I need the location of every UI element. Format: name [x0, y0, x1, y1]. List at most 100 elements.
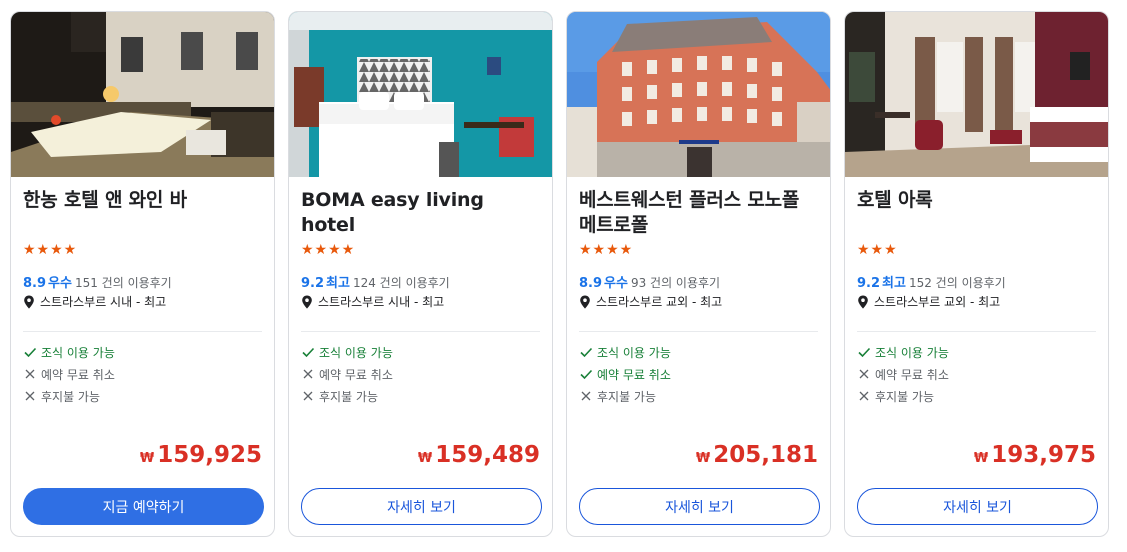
review-count: 152 건의 이용후기: [908, 276, 1006, 290]
score-value: 8.9: [579, 276, 603, 291]
hotel-card[interactable]: 한농 호텔 앤 와인 바 ★★★★ 8.9 우수 151 건의 이용후기 스트라스부…: [10, 11, 275, 537]
divider: [301, 331, 540, 332]
divider: [23, 331, 262, 332]
review-score: 8.9 우수 93 건의 이용후기: [579, 272, 720, 291]
currency-symbol: ₩: [139, 451, 155, 466]
map-pin-icon: [579, 295, 591, 309]
feature-label: 조식 이용 가능: [597, 345, 671, 360]
review-score: 9.2 최고 124 건의 이용후기: [301, 272, 450, 291]
feature-item: 조식 이용 가능: [301, 341, 393, 363]
feature-item: 후지불 가능: [23, 385, 115, 407]
score-word: 최고: [882, 276, 906, 291]
feature-label: 후지불 가능: [319, 389, 379, 404]
location-text: 스트라스부르 교외 - 최고: [874, 295, 1001, 309]
score-word: 최고: [326, 276, 350, 291]
location: 스트라스부르 시내 - 최고: [301, 293, 444, 310]
feature-list: 조식 이용 가능 예약 무료 취소 후지불 가능: [301, 341, 393, 407]
feature-label: 예약 무료 취소: [597, 367, 671, 382]
price-value: 159,489: [435, 442, 540, 468]
currency-symbol: ₩: [973, 451, 989, 466]
hotel-card[interactable]: 호텔 아록 ★★★ 9.2 최고 152 건의 이용후기 스트라스부르 교외 - 최…: [844, 11, 1109, 537]
price: ₩193,975: [974, 442, 1096, 468]
feature-item: 조식 이용 가능: [857, 341, 949, 363]
hotel-photo[interactable]: [289, 12, 552, 177]
location-text: 스트라스부르 시내 - 최고: [40, 295, 167, 309]
hotel-name[interactable]: 한농 호텔 앤 와인 바: [23, 188, 265, 213]
divider: [857, 331, 1096, 332]
map-pin-icon: [301, 295, 313, 309]
hotel-photo[interactable]: [567, 12, 830, 177]
x-icon: [857, 389, 871, 403]
feature-label: 후지불 가능: [41, 389, 101, 404]
feature-item: 예약 무료 취소: [301, 363, 393, 385]
location: 스트라스부르 교외 - 최고: [857, 293, 1000, 310]
hotel-name[interactable]: BOMA easy living hotel: [301, 188, 543, 238]
feature-label: 후지불 가능: [597, 389, 657, 404]
review-count: 151 건의 이용후기: [74, 276, 172, 290]
check-icon: [857, 345, 871, 359]
feature-label: 조식 이용 가능: [319, 345, 393, 360]
feature-label: 예약 무료 취소: [319, 367, 393, 382]
feature-label: 조식 이용 가능: [875, 345, 949, 360]
review-score: 9.2 최고 152 건의 이용후기: [857, 272, 1006, 291]
map-pin-icon: [857, 295, 869, 309]
review-score: 8.9 우수 151 건의 이용후기: [23, 272, 172, 291]
check-icon: [579, 367, 593, 381]
hotel-name[interactable]: 호텔 아록: [857, 188, 1099, 213]
star-rating: ★★★: [857, 242, 898, 258]
feature-label: 조식 이용 가능: [41, 345, 115, 360]
feature-item: 조식 이용 가능: [579, 341, 671, 363]
star-rating: ★★★★: [301, 242, 356, 258]
location-text: 스트라스부르 시내 - 최고: [318, 295, 445, 309]
score-word: 우수: [604, 276, 628, 291]
feature-list: 조식 이용 가능 예약 무료 취소 후지불 가능: [857, 341, 949, 407]
feature-item: 조식 이용 가능: [23, 341, 115, 363]
check-icon: [301, 345, 315, 359]
feature-item: 예약 무료 취소: [857, 363, 949, 385]
view-details-button[interactable]: 자세히 보기: [301, 488, 542, 525]
feature-label: 예약 무료 취소: [41, 367, 115, 382]
hotel-card[interactable]: 베스트웨스턴 플러스 모노폴 메트로폴 ★★★★ 8.9 우수 93 건의 이용후기…: [566, 11, 831, 537]
x-icon: [23, 389, 37, 403]
price-value: 159,925: [157, 442, 262, 468]
x-icon: [301, 367, 315, 381]
location-text: 스트라스부르 교외 - 최고: [596, 295, 723, 309]
feature-list: 조식 이용 가능 예약 무료 취소 후지불 가능: [23, 341, 115, 407]
feature-label: 후지불 가능: [875, 389, 935, 404]
price-value: 193,975: [991, 442, 1096, 468]
feature-list: 조식 이용 가능 예약 무료 취소 후지불 가능: [579, 341, 671, 407]
feature-label: 예약 무료 취소: [875, 367, 949, 382]
book-now-button[interactable]: 지금 예약하기: [23, 488, 264, 525]
score-word: 우수: [48, 276, 72, 291]
hotel-name[interactable]: 베스트웨스턴 플러스 모노폴 메트로폴: [579, 188, 821, 238]
score-value: 8.9: [23, 276, 47, 291]
hotel-photo[interactable]: [11, 12, 274, 177]
feature-item: 후지불 가능: [857, 385, 949, 407]
price-value: 205,181: [713, 442, 818, 468]
hotel-photo[interactable]: [845, 12, 1108, 177]
x-icon: [857, 367, 871, 381]
review-count: 124 건의 이용후기: [352, 276, 450, 290]
currency-symbol: ₩: [417, 451, 433, 466]
check-icon: [579, 345, 593, 359]
price: ₩159,489: [418, 442, 540, 468]
feature-item: 예약 무료 취소: [579, 363, 671, 385]
star-rating: ★★★★: [579, 242, 634, 258]
currency-symbol: ₩: [695, 451, 711, 466]
feature-item: 예약 무료 취소: [23, 363, 115, 385]
star-rating: ★★★★: [23, 242, 78, 258]
feature-item: 후지불 가능: [579, 385, 671, 407]
location: 스트라스부르 시내 - 최고: [23, 293, 166, 310]
review-count: 93 건의 이용후기: [630, 276, 721, 290]
score-value: 9.2: [857, 276, 881, 291]
x-icon: [301, 389, 315, 403]
x-icon: [23, 367, 37, 381]
view-details-button[interactable]: 자세히 보기: [579, 488, 820, 525]
view-details-button[interactable]: 자세히 보기: [857, 488, 1098, 525]
map-pin-icon: [23, 295, 35, 309]
divider: [579, 331, 818, 332]
feature-item: 후지불 가능: [301, 385, 393, 407]
location: 스트라스부르 교외 - 최고: [579, 293, 722, 310]
price: ₩205,181: [696, 442, 818, 468]
hotel-card[interactable]: BOMA easy living hotel ★★★★ 9.2 최고 124 건의 …: [288, 11, 553, 537]
